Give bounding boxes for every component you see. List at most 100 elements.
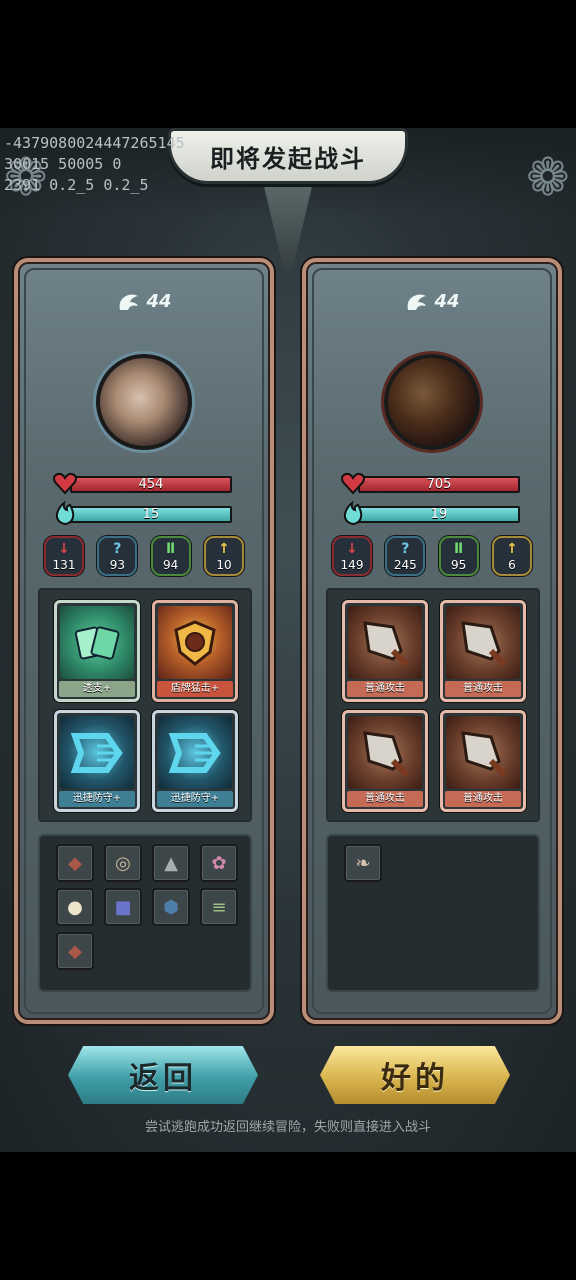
card-label: 迅捷防守+ (157, 791, 233, 807)
sword-icon (363, 731, 410, 778)
heart-icon (53, 472, 77, 495)
flame-icon (343, 500, 363, 526)
player-item-list: ◆ ◎ ▲ ✿ ● ■ ⬢ ≡ ◆ (38, 834, 252, 992)
enemy-level-value: 44 (434, 291, 460, 312)
enemy-card-list[interactable]: 普通攻击 普通攻击 普通攻击 普通攻击 (326, 588, 540, 822)
debug-line: -4379080024447265145 (4, 134, 185, 152)
attack-icon: ↓ (58, 541, 70, 557)
card-label: 普通攻击 (347, 681, 423, 697)
attack-value: 131 (52, 558, 76, 572)
player-mp-row: 15 (55, 500, 234, 526)
sword-icon (363, 621, 410, 668)
ok-button[interactable]: 好的 (320, 1046, 510, 1104)
item-glyph: ◆ (68, 852, 82, 874)
bracer-item-icon[interactable]: ■ (104, 888, 142, 926)
heart-icon (341, 472, 365, 495)
bag-item-icon[interactable]: ● (56, 888, 94, 926)
mystery-value: 245 (393, 558, 417, 572)
card-label: 透支+ (59, 681, 135, 697)
player-level: 44 (18, 290, 270, 314)
claw-item-icon[interactable]: ❧ (344, 844, 382, 882)
cards-icon (74, 626, 120, 660)
enemy-hp-row: 705 (341, 472, 522, 495)
hood-item-2-icon[interactable]: ◆ (56, 932, 94, 970)
enemy-level: 44 (306, 290, 558, 314)
enemy-item-list: ❧ (326, 834, 540, 992)
sword-icon (461, 621, 508, 668)
item-glyph: ⬢ (163, 896, 179, 918)
question-icon: ? (401, 541, 410, 557)
player-avatar[interactable] (96, 354, 192, 450)
player-card-list[interactable]: 透支+ 盾牌猛击+ 迅捷防守+ 迅捷防守+ (38, 588, 252, 822)
attack-icon: ↓ (346, 541, 358, 557)
back-button[interactable]: 返回 (68, 1046, 258, 1104)
arrow-up-icon: ↑ (218, 541, 230, 557)
escape-hint: 尝试逃跑成功返回继续冒险，失败则直接进入战斗 (144, 1120, 431, 1135)
defense-value: 94 (163, 558, 179, 572)
item-glyph: ▲ (164, 852, 178, 874)
skill-card[interactable]: 盾牌猛击+ (152, 600, 238, 702)
shield-icon: Ⅱ (166, 541, 176, 557)
helmet-item-icon[interactable]: ▲ (152, 844, 190, 882)
player-mp-bar: 15 (70, 506, 232, 523)
speed-value: 6 (508, 558, 516, 572)
enemy-mp-row: 19 (343, 500, 522, 526)
title-banner: 即将发起战斗 (168, 128, 408, 184)
card-label: 盾牌猛击+ (157, 681, 233, 697)
enemy-stats: ↓ 149 ? 245 Ⅱ 95 ↑ 6 (332, 536, 532, 576)
mystery-stat[interactable]: ? 93 (97, 536, 138, 576)
defense-stat[interactable]: Ⅱ 95 (438, 536, 479, 576)
attack-card[interactable]: 普通攻击 (440, 710, 526, 812)
hood-item-icon[interactable]: ◆ (56, 844, 94, 882)
player-panel: 44 454 15 ↓ 131 ? 93 Ⅱ 94 ↑ 10 透支+ 盾牌猛击+ 迅捷防… (14, 258, 274, 1024)
speed-stat[interactable]: ↑ 10 (203, 536, 244, 576)
card-label: 普通攻击 (347, 791, 423, 807)
enemy-avatar[interactable] (384, 354, 480, 450)
skill-card[interactable]: 迅捷防守+ (54, 710, 140, 812)
attack-card[interactable]: 普通攻击 (342, 710, 428, 812)
debug-line: 30015 50005 0 (4, 155, 122, 173)
card-label: 普通攻击 (445, 681, 521, 697)
level-icon (408, 294, 427, 310)
defense-stat[interactable]: Ⅱ 94 (150, 536, 191, 576)
attack-stat[interactable]: ↓ 149 (332, 536, 372, 576)
item-glyph: ≡ (211, 896, 227, 918)
enemy-hp-bar: 705 (358, 476, 520, 493)
item-glyph: ● (67, 896, 83, 918)
attack-stat[interactable]: ↓ 131 (44, 536, 84, 576)
item-glyph: ◆ (68, 940, 82, 962)
flame-icon (55, 500, 75, 526)
card-label: 迅捷防守+ (59, 791, 135, 807)
player-hp-bar: 454 (70, 476, 232, 493)
mystery-value: 93 (109, 558, 125, 572)
enemy-panel: 44 705 19 ↓ 149 ? 245 Ⅱ 95 ↑ 6 普通攻击 普通攻击 普通攻… (302, 258, 562, 1024)
speed-value: 10 (216, 558, 232, 572)
debug-line: 2391 0.2_5 0.2_5 (4, 176, 149, 194)
speed-stat[interactable]: ↑ 6 (491, 536, 532, 576)
defense-value: 95 (451, 558, 467, 572)
armor-item-icon[interactable]: ⬢ (152, 888, 190, 926)
skill-card[interactable]: 迅捷防守+ (152, 710, 238, 812)
swift-defense-icon (70, 733, 123, 774)
swift-defense-icon (168, 733, 221, 774)
horn-item-icon[interactable]: ✿ (200, 844, 238, 882)
player-hp-row: 454 (53, 472, 234, 495)
item-glyph: ■ (114, 896, 132, 918)
attack-card[interactable]: 普通攻击 (440, 600, 526, 702)
mystery-stat[interactable]: ? 245 (385, 536, 426, 576)
swirl-ornament-icon: ❁ (526, 148, 570, 208)
item-glyph: ✿ (211, 852, 227, 874)
question-icon: ? (113, 541, 122, 557)
arrow-up-icon: ↑ (506, 541, 518, 557)
shield-icon: Ⅱ (454, 541, 464, 557)
scroll-item-icon[interactable]: ◎ (104, 844, 142, 882)
player-stats: ↓ 131 ? 93 Ⅱ 94 ↑ 10 (44, 536, 244, 576)
sword-icon (461, 731, 508, 778)
enemy-mp-bar: 19 (358, 506, 520, 523)
attack-value: 149 (340, 558, 364, 572)
player-level-value: 44 (146, 291, 172, 312)
item-glyph: ◎ (115, 852, 131, 874)
wrap-item-icon[interactable]: ≡ (200, 888, 238, 926)
skill-card[interactable]: 透支+ (54, 600, 140, 702)
attack-card[interactable]: 普通攻击 (342, 600, 428, 702)
